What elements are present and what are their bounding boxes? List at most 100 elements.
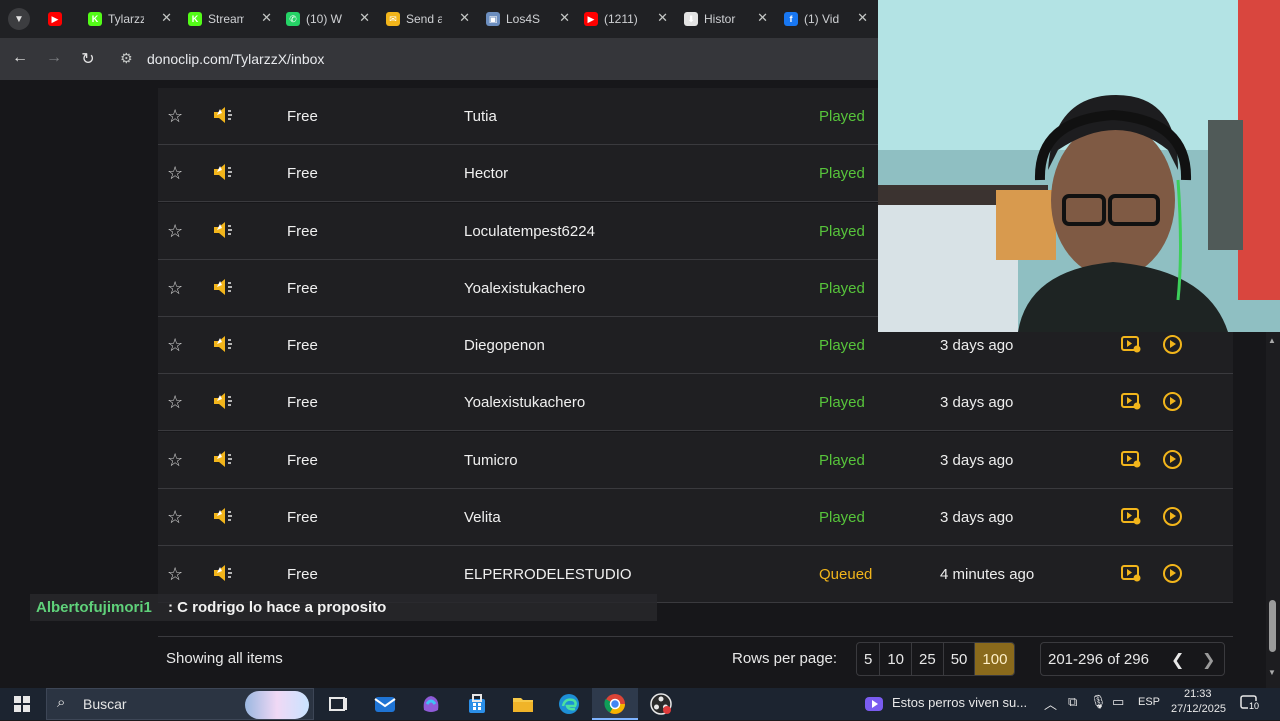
tab-close-icon[interactable]: ✕ (559, 10, 570, 26)
donor-username: Loculatempest6224 (464, 222, 595, 240)
browser-tab[interactable]: ▶ (48, 6, 78, 32)
tab-close-icon[interactable]: ✕ (757, 10, 768, 26)
favorite-star-icon[interactable]: ☆ (167, 507, 183, 528)
time-ago: 3 days ago (940, 337, 1014, 354)
play-icon[interactable] (1163, 335, 1182, 354)
microphone-icon[interactable]: 🎙 (1090, 694, 1107, 710)
status-badge: Queued (819, 566, 873, 583)
browser-tab[interactable]: ▣ Los4S ✕ (486, 6, 570, 32)
back-button[interactable]: ← (10, 49, 30, 67)
notification-center-button[interactable]: 10 (1240, 694, 1261, 712)
next-page-button[interactable]: ❯ (1202, 650, 1215, 670)
donor-username: Hector (464, 165, 509, 183)
browser-tab[interactable]: ⬇ Histor ✕ (684, 6, 768, 32)
media-settings-icon[interactable] (1121, 450, 1141, 468)
task-view-icon[interactable] (326, 692, 350, 716)
rows-per-page-option[interactable]: 100 (975, 643, 1015, 675)
media-settings-icon[interactable] (1121, 392, 1141, 410)
favorite-star-icon[interactable]: ☆ (167, 450, 183, 471)
browser-tab[interactable]: K Tylarzz ✕ (88, 6, 172, 32)
edge-icon[interactable] (557, 692, 581, 716)
mail-icon[interactable] (373, 692, 397, 716)
scrollbar-thumb[interactable] (1269, 600, 1276, 652)
youtube-icon: ▶ (48, 12, 62, 26)
language-indicator[interactable]: ESP (1138, 696, 1160, 708)
play-icon[interactable] (1163, 564, 1182, 583)
chrome-icon (604, 694, 625, 714)
obs-icon[interactable] (649, 692, 673, 716)
file-explorer-icon[interactable] (511, 692, 535, 716)
store-icon[interactable] (465, 692, 489, 716)
rows-per-page-selector: 5 10 25 50 100 (856, 642, 1016, 676)
donor-username: Tumicro (464, 451, 518, 469)
reload-button[interactable]: ↻ (78, 49, 98, 69)
tts-speaker-icon (212, 450, 236, 468)
meet-now-icon[interactable]: ⧉ (1068, 694, 1077, 710)
network-icon[interactable]: ▭ (1112, 694, 1124, 710)
start-button[interactable] (14, 696, 30, 712)
media-settings-icon[interactable] (1121, 564, 1141, 582)
browser-tab[interactable]: ✉ Send a ✕ (386, 6, 470, 32)
media-settings-icon[interactable] (1121, 335, 1141, 353)
favorite-star-icon[interactable]: ☆ (167, 392, 183, 413)
donation-amount: Free (287, 566, 318, 583)
page-range: 201-296 of 296 (1048, 651, 1149, 668)
rows-per-page-option[interactable]: 50 (944, 643, 976, 675)
tab-title: Los4S (506, 12, 541, 26)
tab-close-icon[interactable]: ✕ (359, 10, 370, 26)
clock-date[interactable]: 27/12/2025 (1171, 703, 1226, 715)
favorite-star-icon[interactable]: ☆ (167, 221, 183, 242)
favorite-star-icon[interactable]: ☆ (167, 335, 183, 356)
tab-close-icon[interactable]: ✕ (657, 10, 668, 26)
tab-title: (10) W (306, 12, 342, 26)
play-icon[interactable] (1163, 506, 1182, 526)
kick-icon: K (88, 12, 102, 26)
favorite-star-icon[interactable]: ☆ (167, 106, 183, 127)
tts-speaker-icon (212, 335, 236, 353)
site-info-icon[interactable]: ⚙ (120, 50, 133, 67)
scroll-up-arrow[interactable]: ▲ (1268, 336, 1276, 345)
tab-close-icon[interactable]: ✕ (857, 10, 868, 26)
favorite-star-icon[interactable]: ☆ (167, 564, 183, 585)
favorite-star-icon[interactable]: ☆ (167, 278, 183, 299)
url-field[interactable]: donoclip.com/TylarzzX/inbox (147, 51, 324, 67)
time-ago: 4 minutes ago (940, 566, 1035, 583)
browser-tab[interactable]: ✆ (10) W ✕ (286, 6, 370, 32)
tab-search-button[interactable]: ▼ (8, 8, 30, 30)
browser-tab[interactable]: K Stream ✕ (188, 6, 272, 32)
rows-per-page-option[interactable]: 5 (857, 643, 881, 675)
forward-button[interactable]: → (44, 49, 64, 67)
tts-speaker-icon (212, 163, 236, 181)
rows-per-page-option[interactable]: 25 (912, 643, 944, 675)
pagination: 201-296 of 296 ❮ ❯ (1040, 642, 1225, 676)
media-settings-icon[interactable] (1121, 507, 1141, 525)
whatsapp-icon: ✆ (286, 12, 300, 26)
tab-close-icon[interactable]: ✕ (161, 10, 172, 26)
media-player-icon[interactable] (862, 692, 886, 716)
scroll-down-arrow[interactable]: ▼ (1268, 668, 1276, 677)
favorite-star-icon[interactable]: ☆ (167, 163, 183, 184)
send-icon: ✉ (386, 12, 400, 26)
status-badge: Played (819, 165, 865, 183)
tab-close-icon[interactable]: ✕ (459, 10, 470, 26)
copilot-icon[interactable] (419, 692, 443, 716)
rows-per-page-option[interactable]: 10 (880, 643, 913, 675)
taskbar-search-text: Buscar (83, 696, 127, 712)
search-icon: ⌕ (57, 694, 66, 711)
browser-tab-strip: ▼ ▶ K Tylarzz ✕ K Stream ✕ ✆ (10) W ✕ ✉ Send a ✕ ▣ Los… (0, 0, 878, 38)
browser-tab[interactable]: f (1) Vid ✕ (784, 6, 868, 32)
prev-page-button[interactable]: ❮ (1171, 650, 1184, 670)
now-playing-title[interactable]: Estos perros viven su... (892, 695, 1027, 710)
youtube-icon: ▶ (584, 12, 598, 26)
tts-speaker-icon (212, 507, 236, 525)
chevron-up-icon[interactable]: ︿ (1044, 694, 1057, 713)
play-icon[interactable] (1163, 449, 1182, 469)
donation-amount: Free (287, 222, 318, 240)
browser-tab[interactable]: ▶ (1211) ✕ (584, 6, 668, 32)
donor-username: Yoalexistukachero (464, 394, 586, 412)
taskbar-search[interactable]: ⌕ Buscar (46, 688, 314, 720)
play-icon[interactable] (1163, 392, 1182, 412)
tab-close-icon[interactable]: ✕ (261, 10, 272, 26)
clock-time[interactable]: 21:33 (1184, 688, 1212, 700)
chrome-taskbar-active[interactable] (592, 688, 638, 720)
